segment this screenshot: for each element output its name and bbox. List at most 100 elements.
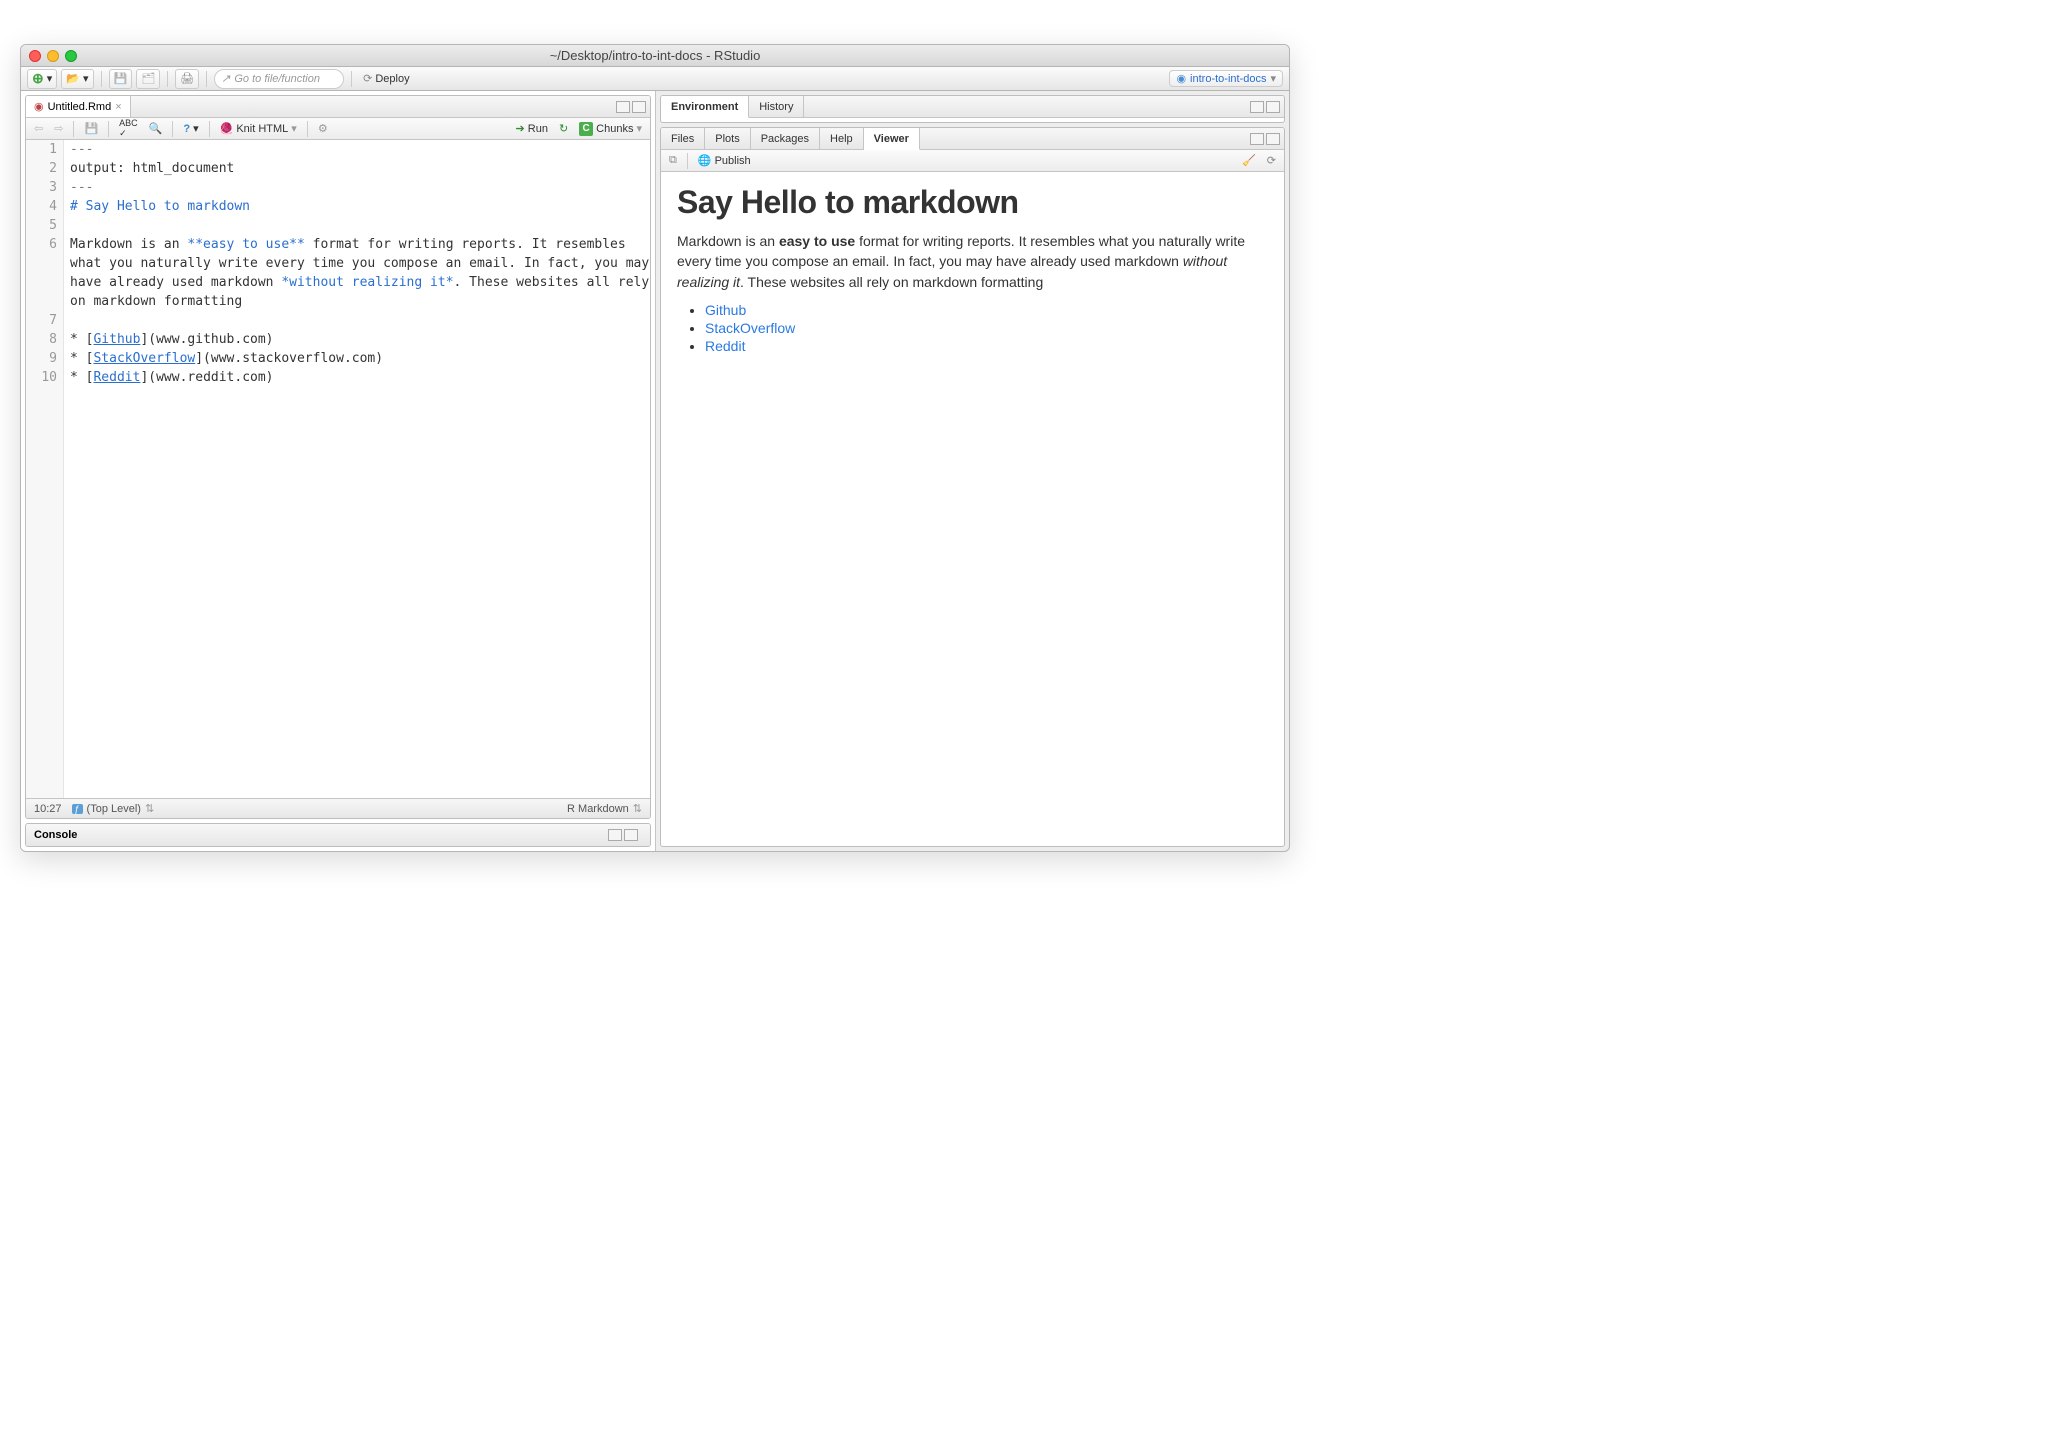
console-tabs: Console [26, 824, 650, 846]
popout-icon: ⧉ [669, 154, 677, 167]
deploy-icon: ⟳ [363, 72, 372, 85]
window-title: ~/Desktop/intro-to-int-docs - RStudio [21, 48, 1289, 63]
preview-list: Github StackOverflow Reddit [677, 302, 1268, 354]
viewer-content: Say Hello to markdown Markdown is an eas… [661, 172, 1284, 846]
link-github[interactable]: Github [705, 302, 746, 318]
code-line: * [StackOverflow](www.stackoverflow.com) [70, 351, 383, 366]
tab-files[interactable]: Files [661, 128, 705, 149]
language-mode[interactable]: R Markdown [567, 803, 629, 815]
source-toolbar: ⇦ ⇨ 💾 ABC✓ 🔍 ? ▾ 🧶 Knit HTML ▾ [26, 118, 650, 140]
folder-open-icon: 📂 [66, 72, 80, 85]
maximize-pane-button[interactable] [632, 101, 646, 113]
project-switcher[interactable]: ◉ intro-to-int-docs ▾ [1169, 70, 1283, 87]
tab-help[interactable]: Help [820, 128, 864, 149]
publish-icon: 🌐 [698, 154, 712, 167]
knit-options-button[interactable]: ⚙ [314, 119, 332, 139]
rmarkdown-file-icon: ◉ [34, 100, 44, 113]
viewer-panel: Files Plots Packages Help Viewer ⧉ 🌐 [660, 127, 1285, 847]
help-icon: ? [183, 123, 190, 135]
minimize-pane-button[interactable] [1250, 101, 1264, 113]
content-area: ◉ Untitled.Rmd × ⇦ ⇨ 💾 ABC✓ [21, 91, 1289, 851]
minimize-pane-button[interactable] [1250, 133, 1264, 145]
goto-placeholder: Go to file/function [234, 73, 320, 85]
code-line: * [Github](www.github.com) [70, 332, 274, 347]
maximize-pane-button[interactable] [624, 829, 638, 841]
close-tab-icon[interactable]: × [115, 101, 121, 113]
back-button[interactable]: ⇦ [30, 119, 47, 139]
run-button[interactable]: ➔ Run [512, 119, 552, 139]
source-tab-label: Untitled.Rmd [48, 101, 112, 113]
spellcheck-icon: ABC✓ [119, 118, 138, 139]
toolbar-divider [172, 121, 173, 137]
help-button[interactable]: ? ▾ [179, 119, 202, 139]
list-item: Github [705, 302, 1268, 318]
tab-environment[interactable]: Environment [661, 96, 749, 118]
link-reddit[interactable]: Reddit [705, 338, 745, 354]
console-tab[interactable]: Console [34, 829, 77, 841]
publish-label: Publish [715, 155, 751, 167]
list-item: StackOverflow [705, 320, 1268, 336]
code-line: output: html_document [70, 161, 234, 176]
preview-paragraph: Markdown is an easy to use format for wr… [677, 231, 1268, 292]
scope-label[interactable]: (Top Level) [87, 803, 141, 815]
toolbar-divider [101, 71, 102, 87]
code-line: --- [70, 142, 93, 157]
deploy-label: Deploy [375, 73, 409, 85]
save-all-button[interactable]: 🗂 [136, 69, 160, 89]
spellcheck-button[interactable]: ABC✓ [115, 119, 142, 139]
dropdown-icon: ▾ [636, 122, 642, 135]
code-line: Markdown is an **easy to use** format fo… [70, 237, 650, 309]
viewer-pane-controls [1250, 128, 1284, 149]
tab-packages[interactable]: Packages [751, 128, 820, 149]
tab-history[interactable]: History [749, 96, 804, 117]
tab-viewer[interactable]: Viewer [864, 128, 920, 150]
minimize-pane-button[interactable] [616, 101, 630, 113]
titlebar: ~/Desktop/intro-to-int-docs - RStudio [21, 45, 1289, 67]
dropdown-icon: ▾ [291, 122, 297, 135]
source-tab-file[interactable]: ◉ Untitled.Rmd × [26, 96, 131, 117]
right-pane: Environment History Files Plots Packages… [656, 91, 1289, 851]
back-arrow-icon: ⇦ [34, 122, 43, 135]
knit-label: Knit HTML [236, 123, 288, 135]
save-button[interactable]: 💾 [109, 69, 133, 89]
search-icon: 🔍 [149, 122, 163, 135]
line-gutter: 123456 78910 [26, 140, 64, 798]
clear-viewer-button[interactable]: 🧹 [1238, 151, 1260, 171]
left-pane: ◉ Untitled.Rmd × ⇦ ⇨ 💾 ABC✓ [21, 91, 656, 851]
scope-selector-icon[interactable]: ⇅ [145, 802, 154, 815]
preview-heading: Say Hello to markdown [677, 184, 1268, 221]
forward-arrow-icon: ⇨ [54, 122, 63, 135]
console-panel: Console [25, 823, 651, 847]
chunks-dropdown[interactable]: C Chunks ▾ [575, 119, 646, 139]
tab-plots[interactable]: Plots [705, 128, 750, 149]
viewer-tabs: Files Plots Packages Help Viewer [661, 128, 1284, 150]
publish-button[interactable]: 🌐 Publish [694, 151, 755, 171]
knit-button[interactable]: 🧶 Knit HTML ▾ [216, 119, 301, 139]
toolbar-divider [351, 71, 352, 87]
save-source-button[interactable]: 💾 [80, 119, 102, 139]
toolbar-divider [108, 121, 109, 137]
maximize-pane-button[interactable] [1266, 101, 1280, 113]
save-icon: 💾 [114, 72, 128, 85]
find-button[interactable]: 🔍 [145, 119, 167, 139]
viewer-toolbar: ⧉ 🌐 Publish 🧹 ⟳ [661, 150, 1284, 172]
print-button[interactable]: 🖨 [175, 69, 199, 89]
code-content: --- output: html_document --- # Say Hell… [64, 140, 650, 798]
link-stackoverflow[interactable]: StackOverflow [705, 320, 795, 336]
language-selector-icon[interactable]: ⇅ [633, 802, 642, 815]
code-line: --- [70, 180, 93, 195]
forward-button[interactable]: ⇨ [50, 119, 67, 139]
rerun-icon: ↻ [559, 122, 568, 135]
rerun-button[interactable]: ↻ [555, 119, 572, 139]
deploy-button[interactable]: ⟳ Deploy [359, 69, 413, 89]
run-label: Run [528, 123, 548, 135]
open-in-browser-button[interactable]: ⧉ [665, 151, 681, 171]
goto-file-search[interactable]: ↗ Go to file/function [214, 69, 344, 89]
maximize-pane-button[interactable] [1266, 133, 1280, 145]
minimize-pane-button[interactable] [608, 829, 622, 841]
refresh-viewer-button[interactable]: ⟳ [1263, 151, 1280, 171]
toolbar-divider [73, 121, 74, 137]
new-file-button[interactable]: ⊕ ▾ [27, 69, 57, 89]
code-editor[interactable]: 123456 78910 --- output: html_document -… [26, 140, 650, 798]
open-file-button[interactable]: 📂 ▾ [61, 69, 93, 89]
